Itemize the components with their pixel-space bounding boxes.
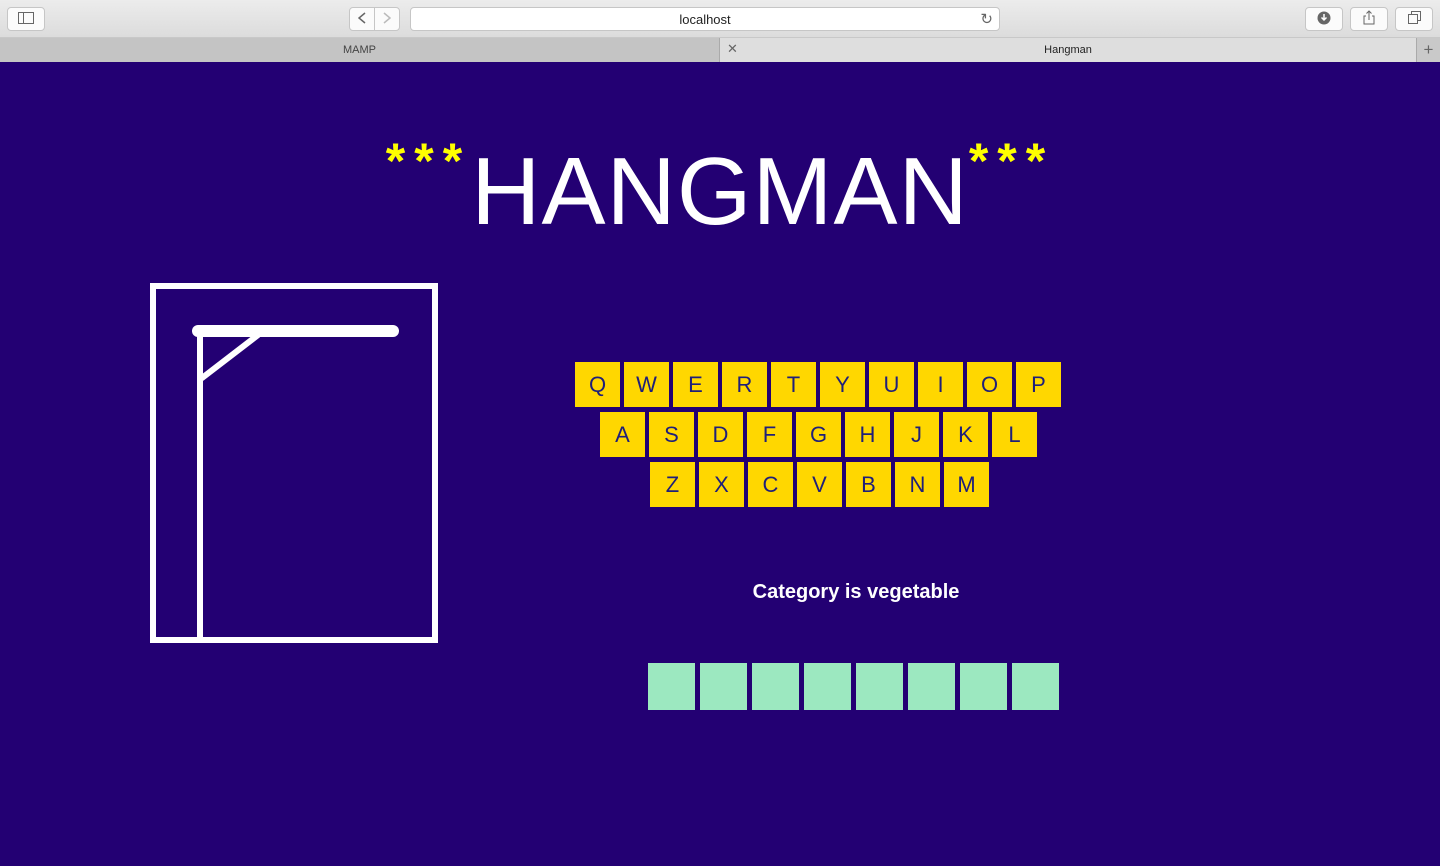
- downloads-button[interactable]: [1305, 7, 1343, 31]
- plus-icon: +: [1423, 40, 1434, 59]
- key-c[interactable]: C: [748, 462, 793, 507]
- back-button[interactable]: [349, 7, 375, 31]
- letter-slot: [856, 663, 903, 710]
- key-k[interactable]: K: [943, 412, 988, 457]
- key-n[interactable]: N: [895, 462, 940, 507]
- browser-toolbar: localhost ↻: [0, 0, 1440, 38]
- key-v[interactable]: V: [797, 462, 842, 507]
- letter-slot: [1012, 663, 1059, 710]
- close-icon[interactable]: ✕: [727, 41, 738, 57]
- key-p[interactable]: P: [1016, 362, 1061, 407]
- key-w[interactable]: W: [624, 362, 669, 407]
- page-title: ***HANGMAN***: [0, 132, 1440, 247]
- key-o[interactable]: O: [967, 362, 1012, 407]
- letter-slot: [700, 663, 747, 710]
- reload-icon[interactable]: ↻: [980, 10, 993, 28]
- download-icon: [1317, 11, 1331, 28]
- gallows-brace: [199, 332, 261, 381]
- key-u[interactable]: U: [869, 362, 914, 407]
- key-a[interactable]: A: [600, 412, 645, 457]
- key-m[interactable]: M: [944, 462, 989, 507]
- key-x[interactable]: X: [699, 462, 744, 507]
- keyboard-row-3: ZXCVBNM: [650, 462, 993, 507]
- key-t[interactable]: T: [771, 362, 816, 407]
- keyboard-row-2: ASDFGHJKL: [600, 412, 1041, 457]
- letter-slot: [804, 663, 851, 710]
- share-button[interactable]: [1350, 7, 1388, 31]
- title-stars-right: ***: [968, 133, 1055, 189]
- key-h[interactable]: H: [845, 412, 890, 457]
- title-stars-left: ***: [385, 133, 472, 189]
- key-q[interactable]: Q: [575, 362, 620, 407]
- tab-hangman[interactable]: Hangman: [720, 38, 1416, 62]
- sidebar-icon: [18, 11, 34, 27]
- key-l[interactable]: L: [992, 412, 1037, 457]
- chevron-right-icon: [383, 11, 392, 27]
- key-d[interactable]: D: [698, 412, 743, 457]
- gallows-frame: [150, 283, 438, 643]
- key-g[interactable]: G: [796, 412, 841, 457]
- letter-slot: [908, 663, 955, 710]
- chevron-left-icon: [357, 11, 366, 27]
- key-s[interactable]: S: [649, 412, 694, 457]
- tab-mamp[interactable]: MAMP: [0, 38, 720, 62]
- key-i[interactable]: I: [918, 362, 963, 407]
- sidebar-toggle-button[interactable]: [7, 7, 45, 31]
- key-r[interactable]: R: [722, 362, 767, 407]
- address-bar[interactable]: localhost ↻: [410, 7, 1000, 31]
- tab-bar: MAMP Hangman ✕ +: [0, 38, 1440, 62]
- key-j[interactable]: J: [894, 412, 939, 457]
- forward-button[interactable]: [374, 7, 400, 31]
- keyboard-row-1: QWERTYUIOP: [575, 362, 1065, 407]
- key-e[interactable]: E: [673, 362, 718, 407]
- category-label: Category is vegetable: [752, 581, 960, 603]
- key-y[interactable]: Y: [820, 362, 865, 407]
- gallows-drawing: [150, 283, 438, 643]
- new-tab-button[interactable]: +: [1416, 38, 1440, 62]
- word-slots: [648, 663, 1064, 710]
- letter-slot: [752, 663, 799, 710]
- title-text: HANGMAN: [471, 138, 969, 245]
- share-icon: [1363, 10, 1375, 28]
- letter-slot: [960, 663, 1007, 710]
- key-b[interactable]: B: [846, 462, 891, 507]
- address-text: localhost: [679, 12, 731, 27]
- show-tabs-button[interactable]: [1395, 7, 1433, 31]
- letter-slot: [648, 663, 695, 710]
- key-f[interactable]: F: [747, 412, 792, 457]
- key-z[interactable]: Z: [650, 462, 695, 507]
- tabs-overview-icon: [1407, 11, 1421, 27]
